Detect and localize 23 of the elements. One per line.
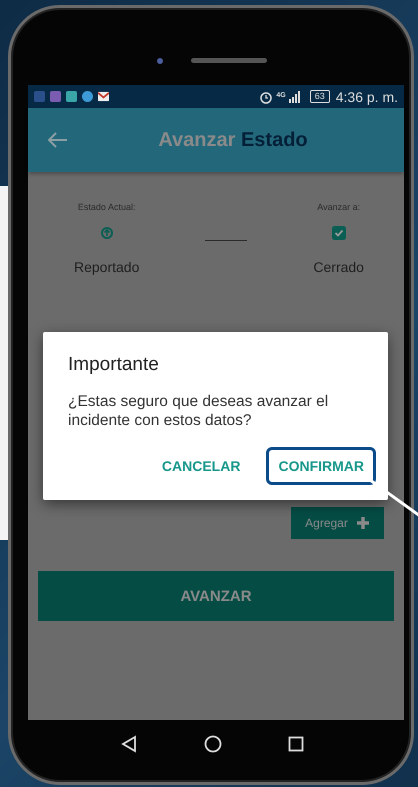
battery-level: 63	[310, 90, 330, 103]
dialog-button[interactable]: CANCELAR	[150, 447, 252, 485]
screen-title: Avanzar Estado	[158, 128, 308, 152]
speaker-icon	[191, 58, 267, 63]
signal-icon	[288, 90, 301, 102]
advance-button[interactable]: AVANZAR	[38, 571, 394, 621]
state-label: Estado Actual:	[78, 202, 136, 212]
back-icon[interactable]	[120, 735, 138, 753]
status-time: 4:36 p. m.	[336, 88, 398, 104]
state-label: Avanzar a:	[317, 202, 360, 212]
checkbox[interactable]	[332, 226, 346, 240]
state-value: Cerrado	[313, 259, 364, 275]
highlighted-dialog-button[interactable]: CONFIRMAR	[266, 447, 376, 485]
camera-icon	[157, 58, 163, 64]
state-value: Reportado	[74, 259, 140, 275]
plus-icon	[356, 516, 370, 530]
add-button[interactable]: Agregar	[291, 507, 384, 539]
recents-icon[interactable]	[288, 736, 304, 752]
alarm-icon	[259, 90, 274, 104]
home-icon[interactable]	[204, 735, 222, 753]
up-arrow-circle-icon	[100, 226, 114, 240]
dialog-message: ¿Estas seguro que deseas avanzar el incidente con estos datos?	[68, 392, 330, 430]
dialog-title: Importante	[68, 354, 160, 376]
